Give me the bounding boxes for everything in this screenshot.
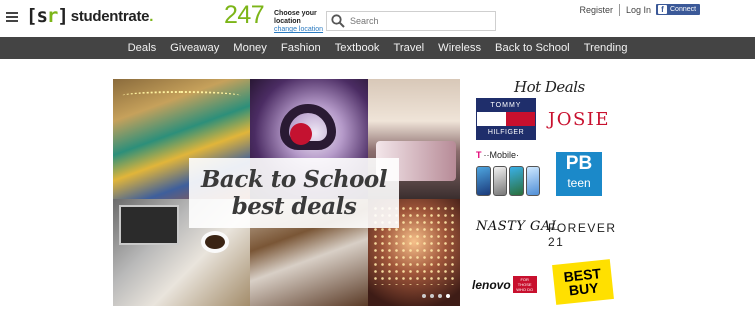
tommy-flag (477, 112, 535, 126)
brand-t-mobile[interactable]: T ··Mobile· (476, 150, 542, 196)
hero-carousel[interactable]: Back to School best deals (113, 79, 460, 306)
location-count: 247 (224, 1, 265, 29)
carousel-dots (418, 294, 450, 298)
change-location-link[interactable]: change location (274, 26, 328, 34)
carousel-dot[interactable] (422, 294, 426, 298)
brand-pb-teen[interactable]: PB teen (556, 152, 602, 196)
search-box (326, 11, 496, 31)
phone-image (509, 166, 524, 196)
main-nav: Deals Giveaway Money Fashion Textbook Tr… (0, 37, 755, 59)
logo-text: studentrate. (70, 7, 154, 25)
brand-forever-21[interactable]: FOREVER 21 (548, 221, 620, 249)
pb-teen-teen: teen (567, 176, 591, 190)
phone-image (492, 166, 507, 196)
hot-deals-panel: Hot Deals TOMMY HILFIGER JOSIE T ··Mobil… (470, 76, 620, 308)
carousel-dot-active[interactable] (446, 294, 450, 298)
choose-location-label: Choose your location (274, 10, 317, 25)
t-mobile-phones (476, 166, 542, 196)
tommy-top-label: TOMMY (477, 99, 535, 112)
site-logo[interactable]: [sr] studentrate. (26, 5, 153, 27)
search-icon[interactable] (330, 13, 346, 29)
hero-title-line2: best deals (231, 193, 357, 220)
carousel-dot[interactable] (438, 294, 442, 298)
best-buy-line2: BUY (568, 279, 600, 299)
facebook-icon: f (658, 5, 667, 14)
register-link[interactable]: Register (579, 5, 613, 15)
nav-item-back-to-school[interactable]: Back to School (495, 42, 570, 54)
brand-josie[interactable]: JOSIE (548, 109, 610, 130)
pb-teen-pb: PB (565, 153, 593, 174)
menu-icon[interactable] (6, 12, 18, 22)
nav-item-money[interactable]: Money (233, 42, 267, 54)
lenovo-name: lenovo (472, 277, 511, 292)
site-header: [sr] studentrate. 247 Choose your locati… (0, 0, 755, 37)
hero-title-line1: Back to School (200, 166, 388, 193)
auth-divider (618, 4, 620, 16)
nav-item-deals[interactable]: Deals (128, 42, 157, 54)
nav-item-textbook[interactable]: Textbook (335, 42, 380, 54)
location-selector: Choose your location change location (274, 10, 328, 34)
brand-lenovo[interactable]: lenovo FOR THOSE WHO DO (472, 276, 537, 293)
hot-deals-title: Hot Deals (514, 78, 585, 96)
nav-item-fashion[interactable]: Fashion (281, 42, 321, 54)
lenovo-tagline: FOR THOSE WHO DO (512, 276, 537, 293)
t-mobile-label: ··Mobile· (483, 150, 520, 160)
carousel-dot[interactable] (430, 294, 434, 298)
auth-links: Register Log In (579, 4, 651, 16)
logo-mark: [sr] (26, 5, 69, 27)
brand-tommy-hilfiger[interactable]: TOMMY HILFIGER (476, 98, 536, 140)
nav-item-trending[interactable]: Trending (584, 42, 628, 54)
login-link[interactable]: Log In (626, 5, 651, 15)
phone-image (476, 166, 491, 196)
t-mobile-t: T (476, 150, 482, 160)
nav-item-travel[interactable]: Travel (393, 42, 424, 54)
phone-image (525, 166, 540, 196)
brand-best-buy[interactable]: BEST BUY (552, 259, 614, 305)
tommy-bottom-label: HILFIGER (477, 126, 535, 139)
facebook-connect-label: Connect (670, 6, 697, 13)
t-mobile-logo: T ··Mobile· (476, 150, 542, 160)
nav-item-wireless[interactable]: Wireless (438, 42, 481, 54)
nav-item-giveaway[interactable]: Giveaway (170, 42, 219, 54)
facebook-connect-button[interactable]: f Connect (656, 4, 700, 15)
hero-banner[interactable]: Back to School best deals (189, 158, 399, 228)
search-input[interactable] (350, 16, 490, 26)
